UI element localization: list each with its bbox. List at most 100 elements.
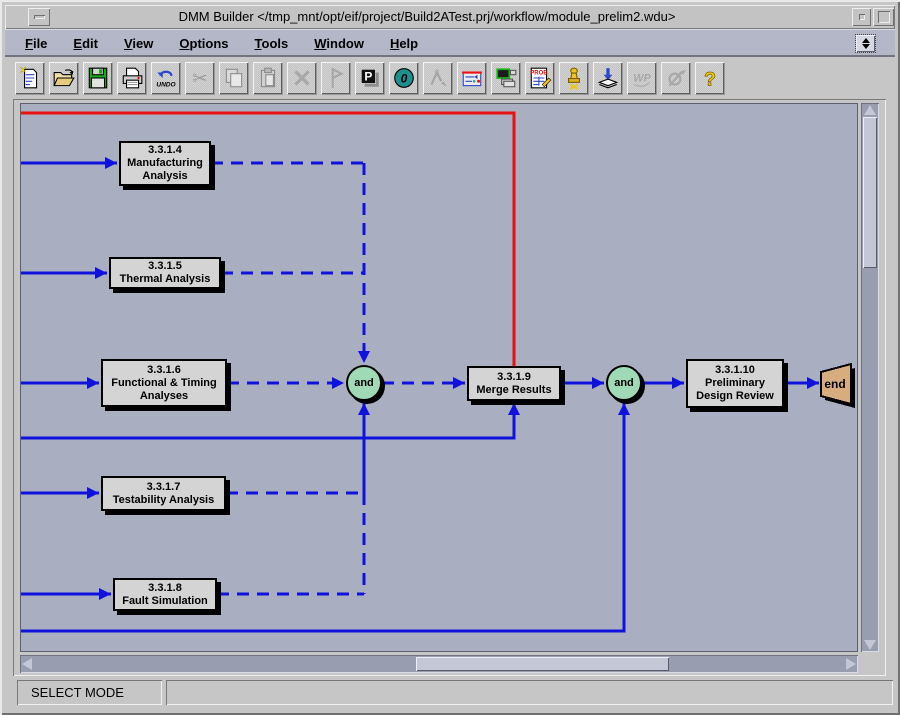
task-node-merge-results[interactable]: 3.3.1.9 Merge Results	[467, 366, 561, 401]
svg-text:✂: ✂	[192, 67, 208, 88]
menu-edit[interactable]: Edit	[73, 36, 98, 51]
maximize-button[interactable]	[873, 8, 894, 26]
task-node-label: Analysis	[142, 170, 187, 183]
task-node-label: Manufacturing	[127, 157, 203, 170]
copy-button[interactable]	[219, 62, 248, 94]
p-tool-button[interactable]: P	[355, 62, 384, 94]
wp-tool-button[interactable]: WP	[627, 62, 656, 94]
menubar: File Edit View Options Tools Window Help	[5, 29, 895, 57]
tag-tool-button[interactable]	[321, 62, 350, 94]
scroll-up-icon[interactable]	[864, 105, 876, 115]
delete-icon	[290, 66, 314, 90]
task-node-thermal-analysis[interactable]: 3.3.1.5 Thermal Analysis	[109, 257, 221, 289]
task-node-testability-analysis[interactable]: 3.3.1.7 Testability Analysis	[101, 476, 226, 511]
task-node-preliminary-design-review[interactable]: 3.3.1.10 Preliminary Design Review	[686, 359, 784, 408]
task-node-label: Merge Results	[476, 384, 551, 397]
spinner-up-icon	[862, 38, 870, 43]
menu-window[interactable]: Window	[314, 36, 364, 51]
restore-button[interactable]	[852, 8, 871, 26]
maximize-icon	[878, 11, 890, 23]
wp-tool-icon: WP	[630, 66, 654, 90]
save-button[interactable]	[83, 62, 112, 94]
critical-path-line[interactable]	[21, 113, 514, 366]
menu-tools[interactable]: Tools	[255, 36, 289, 51]
undo-button[interactable]: UNDO	[151, 62, 180, 94]
task-node-fault-simulation[interactable]: 3.3.1.8 Fault Simulation	[113, 578, 217, 611]
menu-options[interactable]: Options	[179, 36, 228, 51]
open-file-button[interactable]	[49, 62, 78, 94]
new-document-button[interactable]	[15, 62, 44, 94]
task-node-label: Thermal Analysis	[120, 273, 211, 286]
mode-status-panel: SELECT MODE	[17, 680, 162, 705]
menu-file[interactable]: File	[25, 36, 47, 51]
restore-icon	[859, 14, 865, 20]
spinner-down-icon	[862, 44, 870, 49]
task-node-id: 3.3.1.9	[497, 371, 531, 384]
delete-button[interactable]	[287, 62, 316, 94]
task-node-id: 3.3.1.10	[715, 364, 755, 377]
help-label: ?	[704, 68, 716, 89]
task-node-id: 3.3.1.4	[148, 144, 182, 157]
window-title: DMM Builder </tmp_mnt/opt/eif/project/Bu…	[59, 5, 795, 29]
flow-properties-button[interactable]	[457, 62, 486, 94]
workflow-canvas[interactable]: 3.3.1.4 Manufacturing Analysis 3.3.1.5 T…	[20, 103, 858, 652]
vertical-scrollbar-thumb[interactable]	[863, 117, 877, 268]
stamp-button[interactable]	[559, 62, 588, 94]
task-node-label: Testability Analysis	[113, 494, 214, 507]
measure-tool-button[interactable]	[423, 62, 452, 94]
task-node-manufacturing-analysis[interactable]: 3.3.1.4 Manufacturing Analysis	[119, 141, 211, 186]
scroll-down-icon[interactable]	[864, 640, 876, 650]
cut-icon: ✂	[188, 66, 212, 90]
menu-view[interactable]: View	[124, 36, 153, 51]
flow-properties-icon	[460, 66, 484, 90]
message-status-panel	[166, 680, 893, 705]
import-button[interactable]	[593, 62, 622, 94]
save-icon	[86, 66, 110, 90]
task-node-label: Analyses	[140, 390, 188, 403]
open-file-icon	[52, 66, 76, 90]
prob-edit-icon: PROB	[528, 66, 552, 90]
tag-tool-icon	[324, 66, 348, 90]
p-tool-label: P	[364, 69, 372, 83]
titlebar[interactable]: DMM Builder </tmp_mnt/opt/eif/project/Bu…	[5, 5, 895, 29]
cut-button[interactable]: ✂	[185, 62, 214, 94]
undo-label: UNDO	[156, 81, 175, 88]
scroll-right-icon[interactable]	[846, 658, 856, 670]
paste-button[interactable]	[253, 62, 282, 94]
task-node-id: 3.3.1.5	[148, 260, 182, 273]
window-stack-icon	[494, 66, 518, 90]
new-document-icon	[18, 66, 42, 90]
measure-tool-icon	[426, 66, 450, 90]
horizontal-scrollbar[interactable]	[20, 655, 858, 673]
and-connector-2[interactable]: and	[606, 365, 642, 401]
menubar-spinner[interactable]	[856, 35, 875, 52]
vertical-scrollbar[interactable]	[861, 103, 879, 652]
menu-help[interactable]: Help	[390, 36, 418, 51]
paste-icon	[256, 66, 280, 90]
toolbar: UNDO ✂ P 0 PROB WP	[5, 57, 895, 98]
horizontal-scrollbar-thumb[interactable]	[416, 657, 669, 671]
scroll-left-icon[interactable]	[22, 658, 32, 670]
p-tool-icon: P	[358, 66, 382, 90]
task-node-functional-timing-analyses[interactable]: 3.3.1.6 Functional & Timing Analyses	[101, 359, 227, 407]
trace-tool-icon	[664, 66, 688, 90]
task-node-id: 3.3.1.7	[147, 481, 181, 494]
print-button[interactable]	[117, 62, 146, 94]
minimize-button[interactable]	[28, 8, 50, 26]
window-stack-button[interactable]	[491, 62, 520, 94]
task-node-id: 3.3.1.8	[148, 582, 182, 595]
task-node-id: 3.3.1.6	[147, 364, 181, 377]
stamp-icon	[562, 66, 586, 90]
dashed-flow-lines[interactable]	[211, 163, 465, 594]
task-node-label: Preliminary	[705, 377, 765, 390]
zero-tool-icon: 0	[392, 66, 416, 90]
copy-icon	[222, 66, 246, 90]
undo-icon: UNDO	[154, 66, 178, 90]
and-connector-1[interactable]: and	[346, 365, 382, 401]
zero-tool-button[interactable]: 0	[389, 62, 418, 94]
prob-edit-button[interactable]: PROB	[525, 62, 554, 94]
prob-edit-label: PROB	[530, 70, 548, 76]
trace-tool-button[interactable]	[661, 62, 690, 94]
zero-tool-label: 0	[400, 71, 407, 85]
help-button[interactable]: ?	[695, 62, 724, 94]
